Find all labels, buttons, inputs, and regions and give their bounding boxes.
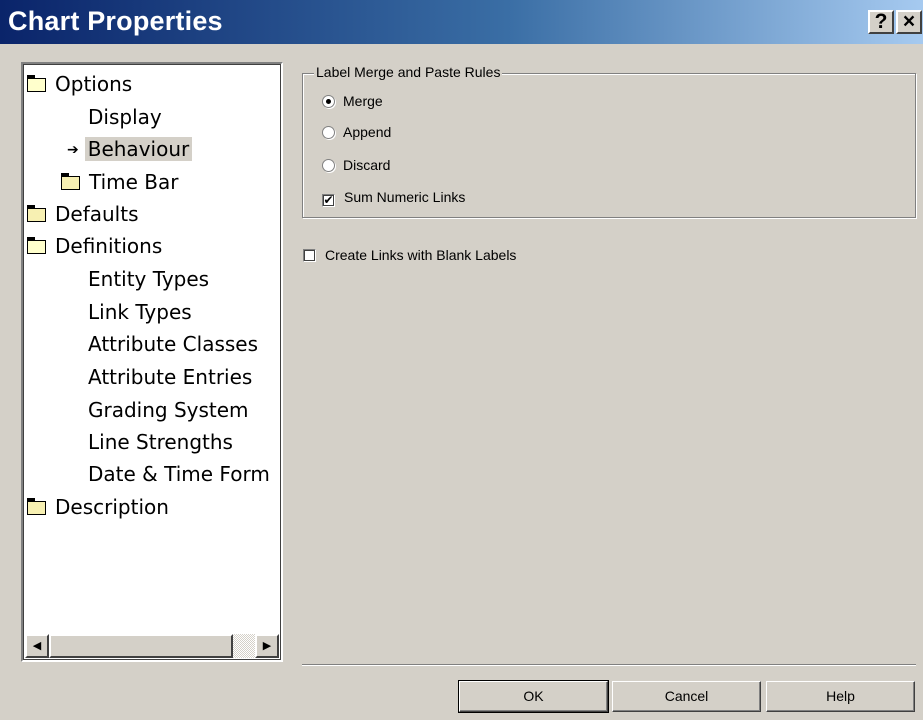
tree-item-date-time-format[interactable]: Date & Time Form bbox=[85, 458, 273, 490]
checkbox-icon[interactable] bbox=[303, 249, 316, 262]
append-radio[interactable]: Append bbox=[322, 122, 391, 142]
scroll-thumb[interactable] bbox=[49, 634, 233, 658]
help-button[interactable]: Help bbox=[766, 681, 915, 712]
open-folder-icon bbox=[27, 237, 46, 254]
tree-item-options[interactable]: Options bbox=[27, 68, 135, 100]
ok-button[interactable]: OK bbox=[458, 680, 609, 713]
tree-item-line-strengths[interactable]: Line Strengths bbox=[85, 426, 236, 458]
open-folder-icon bbox=[27, 75, 46, 92]
radio-icon[interactable] bbox=[322, 159, 335, 172]
arrow-icon: ➔ bbox=[67, 142, 79, 158]
help-icon[interactable]: ? bbox=[868, 10, 894, 34]
tree-item-display[interactable]: Display bbox=[85, 101, 165, 133]
checkbox-checked-icon[interactable]: ✔ bbox=[322, 194, 335, 207]
tree-item-link-types[interactable]: Link Types bbox=[85, 296, 195, 328]
scroll-track[interactable] bbox=[233, 634, 255, 658]
tree-item-grading-system[interactable]: Grading System bbox=[85, 394, 252, 426]
folder-icon bbox=[61, 173, 80, 190]
scroll-right-icon[interactable]: ▶ bbox=[255, 634, 279, 658]
tree-item-defaults[interactable]: Defaults bbox=[27, 198, 142, 230]
label-merge-groupbox: Label Merge and Paste Rules Merge Append… bbox=[302, 64, 916, 218]
tree-item-description[interactable]: Description bbox=[27, 491, 172, 523]
groupbox-legend: Label Merge and Paste Rules bbox=[314, 64, 503, 80]
create-blank-labels-checkbox[interactable]: Create Links with Blank Labels bbox=[303, 245, 516, 265]
sum-numeric-links-checkbox[interactable]: ✔ Sum Numeric Links bbox=[322, 187, 465, 207]
merge-radio[interactable]: Merge bbox=[322, 91, 383, 111]
folder-icon bbox=[27, 205, 46, 222]
tree-item-definitions[interactable]: Definitions bbox=[27, 230, 165, 262]
tree-item-time-bar[interactable]: Time Bar bbox=[61, 166, 182, 198]
title-bar[interactable]: Chart Properties ? × bbox=[0, 0, 923, 44]
tree-item-behaviour[interactable]: ➔ Behaviour bbox=[67, 133, 193, 165]
radio-selected-icon[interactable] bbox=[322, 95, 335, 108]
window-title: Chart Properties bbox=[8, 6, 223, 36]
folder-icon bbox=[27, 498, 46, 515]
scroll-left-icon[interactable]: ◀ bbox=[25, 634, 49, 658]
category-tree[interactable]: Options Display ➔ Behaviour Time Bar Defa… bbox=[21, 62, 283, 662]
horizontal-scrollbar[interactable]: ◀ ▶ bbox=[25, 634, 279, 658]
close-icon[interactable]: × bbox=[896, 10, 922, 34]
tree-item-attribute-classes[interactable]: Attribute Classes bbox=[85, 328, 261, 360]
tree-item-entity-types[interactable]: Entity Types bbox=[85, 263, 212, 295]
separator bbox=[302, 664, 916, 666]
tree-item-attribute-entries[interactable]: Attribute Entries bbox=[85, 361, 255, 393]
discard-radio[interactable]: Discard bbox=[322, 155, 390, 175]
cancel-button[interactable]: Cancel bbox=[612, 681, 761, 712]
radio-icon[interactable] bbox=[322, 126, 335, 139]
